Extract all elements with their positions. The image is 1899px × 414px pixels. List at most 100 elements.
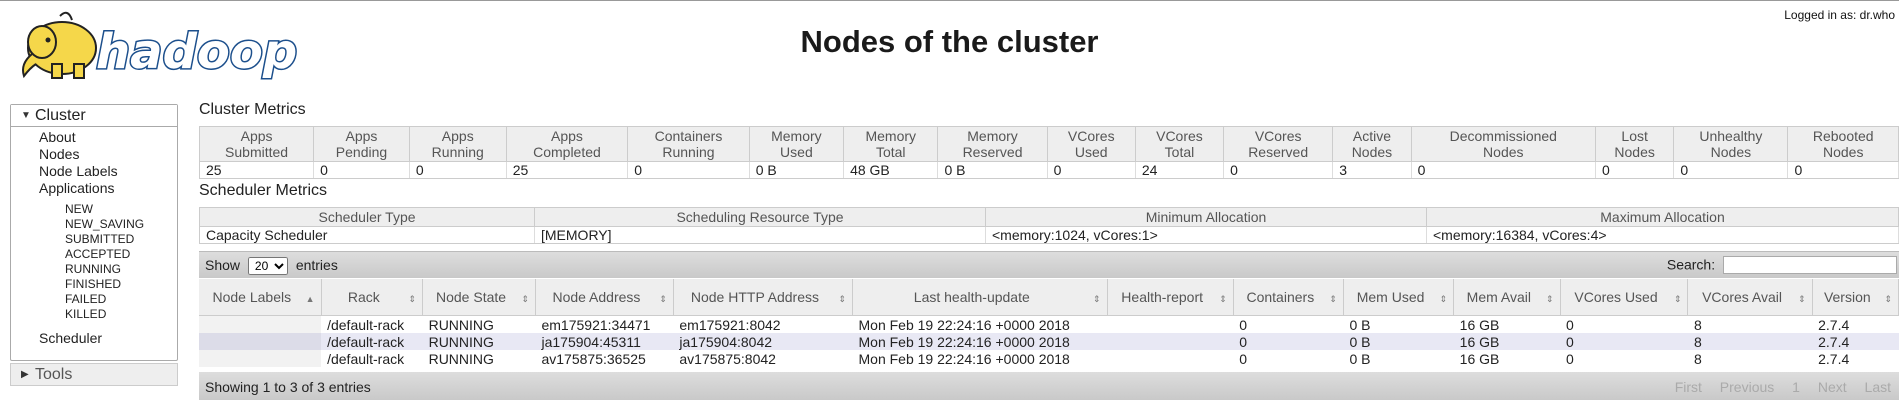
max-allocation-value: <memory:16384, vCores:4>	[1426, 226, 1899, 244]
search-input[interactable]	[1723, 256, 1897, 274]
node-labels-cell	[199, 315, 322, 333]
mem-avail-cell: 16 GB	[1453, 315, 1561, 333]
node-address-cell: av175875:36525	[535, 350, 674, 367]
scheduler-type-header: Scheduler Type	[199, 207, 535, 227]
next-page-button[interactable]: Next	[1818, 379, 1847, 395]
cluster-metrics-heading: Cluster Metrics	[199, 101, 306, 118]
resource-type-value: [MEMORY]	[534, 226, 986, 244]
rebooted-nodes-link[interactable]: 0	[1794, 162, 1802, 178]
sidebar-item-scheduler[interactable]: Scheduler	[39, 330, 102, 346]
rack-cell: /default-rack	[321, 350, 423, 367]
sidebar-item-node-labels[interactable]: Node Labels	[39, 163, 118, 179]
metric-decommissioned-nodes: 0	[1411, 161, 1596, 179]
app-state-new-saving[interactable]: NEW_SAVING	[65, 217, 144, 231]
nodes-table: Node Labels ▲ Rack ⇕ Node State ⇕ Node Addr…	[199, 279, 1899, 367]
metric-containers-running: 0	[627, 161, 750, 179]
sidebar-item-applications[interactable]: Applications	[39, 180, 115, 196]
sort-both-icon: ⇕	[408, 294, 417, 304]
page-size-select[interactable]: 20	[247, 257, 288, 275]
app-state-submitted[interactable]: SUBMITTED	[65, 232, 134, 246]
active-nodes-link[interactable]: 3	[1339, 162, 1347, 178]
cluster-nav-label: Cluster	[35, 107, 86, 124]
top-border	[0, 0, 1899, 1]
sort-asc-icon: ▲	[305, 294, 315, 304]
sort-both-icon: ⇕	[1884, 294, 1892, 304]
metric-vcores-used: 0	[1047, 161, 1136, 179]
health-report-cell	[1107, 333, 1234, 350]
node-address-cell: ja175904:45311	[535, 333, 674, 350]
sort-both-icon: ⇕	[838, 294, 846, 304]
version-cell: 2.7.4	[1812, 315, 1899, 333]
mem-avail-cell: 16 GB	[1453, 333, 1561, 350]
search-control: Search:	[1667, 256, 1897, 274]
metric-apps-running: 0	[409, 161, 507, 179]
previous-page-button[interactable]: Previous	[1720, 379, 1774, 395]
node-http-link[interactable]: ja175904:8042	[679, 334, 772, 350]
tools-nav-panel[interactable]: ▶ Tools	[10, 363, 178, 386]
col-node-address[interactable]: Node Address ⇕	[535, 279, 674, 316]
metric-lost-nodes: 0	[1595, 161, 1675, 179]
col-vcores-used[interactable]: VCores Used ⇕	[1560, 279, 1689, 316]
col-mem-avail[interactable]: Mem Avail ⇕	[1453, 279, 1561, 316]
col-health-report[interactable]: Health-report ⇕	[1107, 279, 1234, 316]
app-state-running[interactable]: RUNNING	[65, 262, 121, 276]
sidebar-item-nodes[interactable]: Nodes	[39, 146, 79, 162]
app-state-finished[interactable]: FINISHED	[65, 277, 121, 291]
containers-cell: 0	[1233, 350, 1344, 367]
node-address-cell: em175921:34471	[535, 315, 674, 333]
last-health-update-cell: Mon Feb 19 22:24:16 +0000 2018	[852, 315, 1108, 333]
page-1-button[interactable]: 1	[1792, 379, 1800, 395]
cluster-metrics-header-row: Apps Submitted Apps Pending Apps Running Ap…	[199, 126, 1899, 162]
metric-header: Apps Running	[409, 126, 507, 162]
max-allocation-header: Maximum Allocation	[1426, 207, 1899, 227]
app-state-failed[interactable]: FAILED	[65, 292, 106, 306]
cluster-nav-header[interactable]: ▼ Cluster	[11, 105, 177, 127]
vcores-used-cell: 0	[1560, 333, 1688, 350]
sidebar-item-about[interactable]: About	[39, 129, 76, 145]
metric-header: Unhealthy Nodes	[1673, 126, 1789, 162]
tools-nav-header[interactable]: ▶ Tools	[11, 364, 177, 385]
metric-active-nodes: 3	[1332, 161, 1412, 179]
page-title: Nodes of the cluster	[800, 24, 1099, 59]
metric-header: Apps Completed	[506, 126, 629, 162]
col-mem-used[interactable]: Mem Used ⇕	[1343, 279, 1455, 316]
metric-header: Lost Nodes	[1595, 126, 1675, 162]
node-http-address-cell: ja175904:8042	[673, 333, 853, 350]
metric-memory-total: 48 GB	[843, 161, 939, 179]
col-containers[interactable]: Containers ⇕	[1233, 279, 1344, 316]
mem-avail-cell: 16 GB	[1453, 350, 1561, 367]
col-version[interactable]: Version ⇕	[1812, 279, 1899, 316]
table-footer: Showing 1 to 3 of 3 entries First Previo…	[199, 372, 1899, 400]
scheduler-metrics-values-row: Capacity Scheduler [MEMORY] <memory:1024…	[199, 226, 1899, 244]
metric-header: Containers Running	[627, 126, 750, 162]
col-last-health-update[interactable]: Last health-update ⇕	[852, 279, 1108, 316]
col-vcores-avail[interactable]: VCores Avail ⇕	[1687, 279, 1813, 316]
lost-nodes-link[interactable]: 0	[1602, 162, 1610, 178]
decommissioned-nodes-link[interactable]: 0	[1418, 162, 1426, 178]
metric-memory-used: 0 B	[749, 161, 845, 179]
col-node-labels[interactable]: Node Labels ▲	[199, 279, 322, 316]
sort-both-icon: ⇕	[1439, 294, 1448, 304]
node-http-link[interactable]: av175875:8042	[679, 351, 776, 367]
node-http-link[interactable]: em175921:8042	[679, 317, 780, 333]
metric-header: VCores Reserved	[1223, 126, 1334, 162]
metric-vcores-total: 24	[1135, 161, 1225, 179]
metric-memory-reserved: 0 B	[937, 161, 1048, 179]
show-label: Show	[205, 257, 241, 273]
app-state-new[interactable]: NEW	[65, 202, 93, 216]
metric-header: VCores Used	[1047, 126, 1136, 162]
col-node-state[interactable]: Node State ⇕	[422, 279, 536, 316]
last-page-button[interactable]: Last	[1865, 379, 1891, 395]
col-node-http-address[interactable]: Node HTTP Address ⇕	[673, 279, 854, 316]
pagination: First Previous 1 Next Last	[1661, 379, 1891, 395]
col-rack[interactable]: Rack ⇕	[321, 279, 424, 316]
metric-header: Apps Pending	[313, 126, 410, 162]
unhealthy-nodes-link[interactable]: 0	[1680, 162, 1688, 178]
app-state-killed[interactable]: KILLED	[65, 307, 106, 321]
app-state-accepted[interactable]: ACCEPTED	[65, 247, 130, 261]
metric-vcores-reserved: 0	[1223, 161, 1334, 179]
first-page-button[interactable]: First	[1675, 379, 1702, 395]
containers-cell: 0	[1233, 315, 1344, 333]
node-state-cell: RUNNING	[422, 315, 536, 333]
table-row: /default-rack RUNNING ja175904:45311 ja1…	[199, 333, 1899, 350]
